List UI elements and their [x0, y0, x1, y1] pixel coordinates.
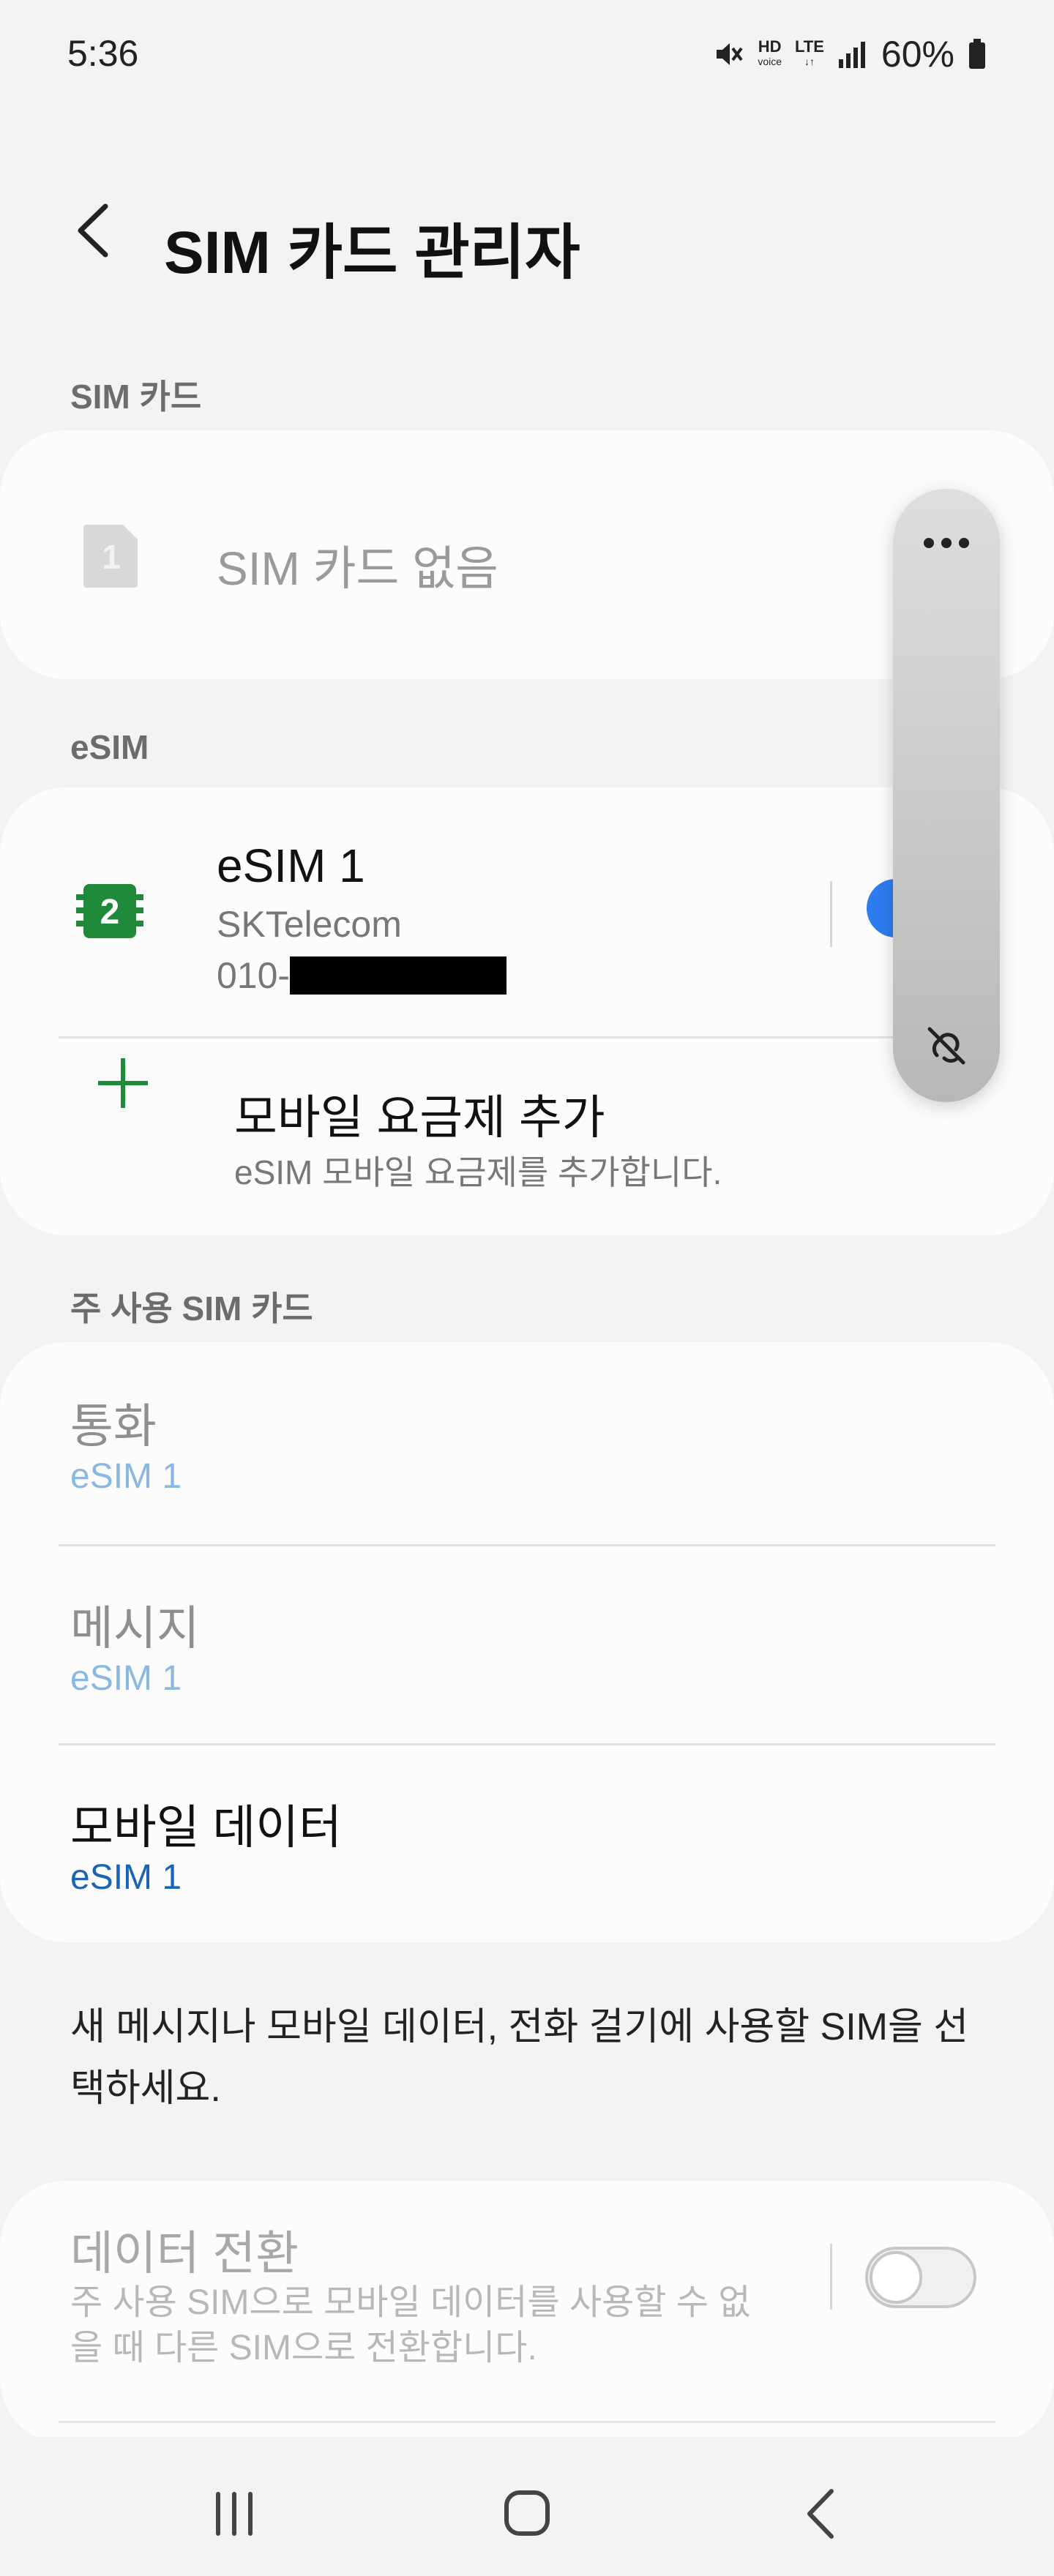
navigation-bar	[0, 2437, 1054, 2576]
pref-calls-value: eSIM 1	[70, 1457, 182, 1496]
toggle-knob	[870, 2251, 922, 2304]
redacted-number	[290, 956, 507, 995]
esim-phone-number: 010-	[217, 954, 507, 997]
add-plan-subtitle: eSIM 모바일 요금제를 추가합니다.	[234, 1153, 722, 1191]
recent-apps-icon[interactable]	[198, 2481, 271, 2547]
divider-vertical	[830, 2244, 832, 2310]
pref-data-title: 모바일 데이터	[70, 1801, 343, 1854]
floating-edge-panel[interactable]	[893, 489, 1000, 1102]
divider	[59, 2421, 995, 2423]
mute-icon	[717, 43, 743, 65]
pref-messages-title: 메시지	[70, 1602, 200, 1655]
pref-messages-value: eSIM 1	[70, 1659, 182, 1698]
plus-icon	[98, 1058, 148, 1108]
divider-vertical	[830, 881, 832, 947]
battery-icon	[969, 39, 985, 69]
hide-panel-icon[interactable]	[922, 1022, 971, 1070]
esim-number-prefix: 010-	[217, 955, 291, 996]
sim-empty-label: SIM 카드 없음	[217, 542, 498, 595]
svg-text:2: 2	[100, 893, 120, 932]
page-title: SIM 카드 관리자	[164, 220, 580, 286]
esim-carrier: SKTelecom	[217, 904, 402, 945]
section-header-esim: eSIM	[70, 728, 149, 766]
hd-voice-icon: HD voice	[758, 37, 782, 68]
sim-slot-icon: 1	[82, 522, 141, 589]
signal-icon	[838, 42, 865, 68]
home-icon[interactable]	[490, 2481, 564, 2547]
pref-calls-title: 통화	[70, 1400, 157, 1453]
status-time: 5:36	[67, 33, 139, 74]
battery-percent: 60%	[881, 34, 954, 75]
data-switch-toggle[interactable]	[865, 2247, 976, 2308]
lte-icon: LTE ↓↑	[795, 37, 824, 68]
data-switch-subtitle: 주 사용 SIM으로 모바일 데이터를 사용할 수 없을 때 다른 SIM으로 …	[70, 2283, 751, 2367]
status-bar: 5:36 HD voice LTE ↓↑ 60%	[0, 0, 1054, 110]
section-header-preferred: 주 사용 SIM 카드	[70, 1289, 313, 1328]
chevron-left-icon[interactable]	[67, 198, 119, 263]
data-switch-card: 데이터 전환 주 사용 SIM으로 모바일 데이터를 사용할 수 없을 때 다른…	[0, 2181, 1054, 2444]
pref-item-messages: 메시지 eSIM 1	[0, 1544, 1054, 1743]
preferred-sim-card: 통화 eSIM 1 메시지 eSIM 1 모바일 데이터 eSIM 1	[0, 1342, 1054, 1942]
data-switch-title: 데이터 전환	[70, 2227, 299, 2280]
back-icon[interactable]	[786, 2481, 859, 2547]
esim-name: eSIM 1	[217, 839, 365, 892]
esim-chip-icon: 2	[76, 881, 143, 941]
preferred-sim-note: 새 메시지나 모바일 데이터, 전화 걸기에 사용할 SIM을 선택하세요.	[70, 2006, 969, 2110]
status-icons: HD voice LTE ↓↑ 60%	[712, 32, 987, 76]
more-options-icon[interactable]	[917, 528, 976, 558]
pref-data-value: eSIM 1	[70, 1858, 182, 1897]
svg-text:1: 1	[102, 538, 121, 576]
app-bar: SIM 카드 관리자	[0, 168, 1054, 293]
divider	[59, 1036, 995, 1038]
pref-item-calls: 통화 eSIM 1	[0, 1342, 1054, 1544]
section-header-sim: SIM 카드	[70, 378, 202, 416]
pref-item-mobile-data[interactable]: 모바일 데이터 eSIM 1	[0, 1743, 1054, 1942]
add-plan-title: 모바일 요금제 추가	[234, 1091, 605, 1144]
